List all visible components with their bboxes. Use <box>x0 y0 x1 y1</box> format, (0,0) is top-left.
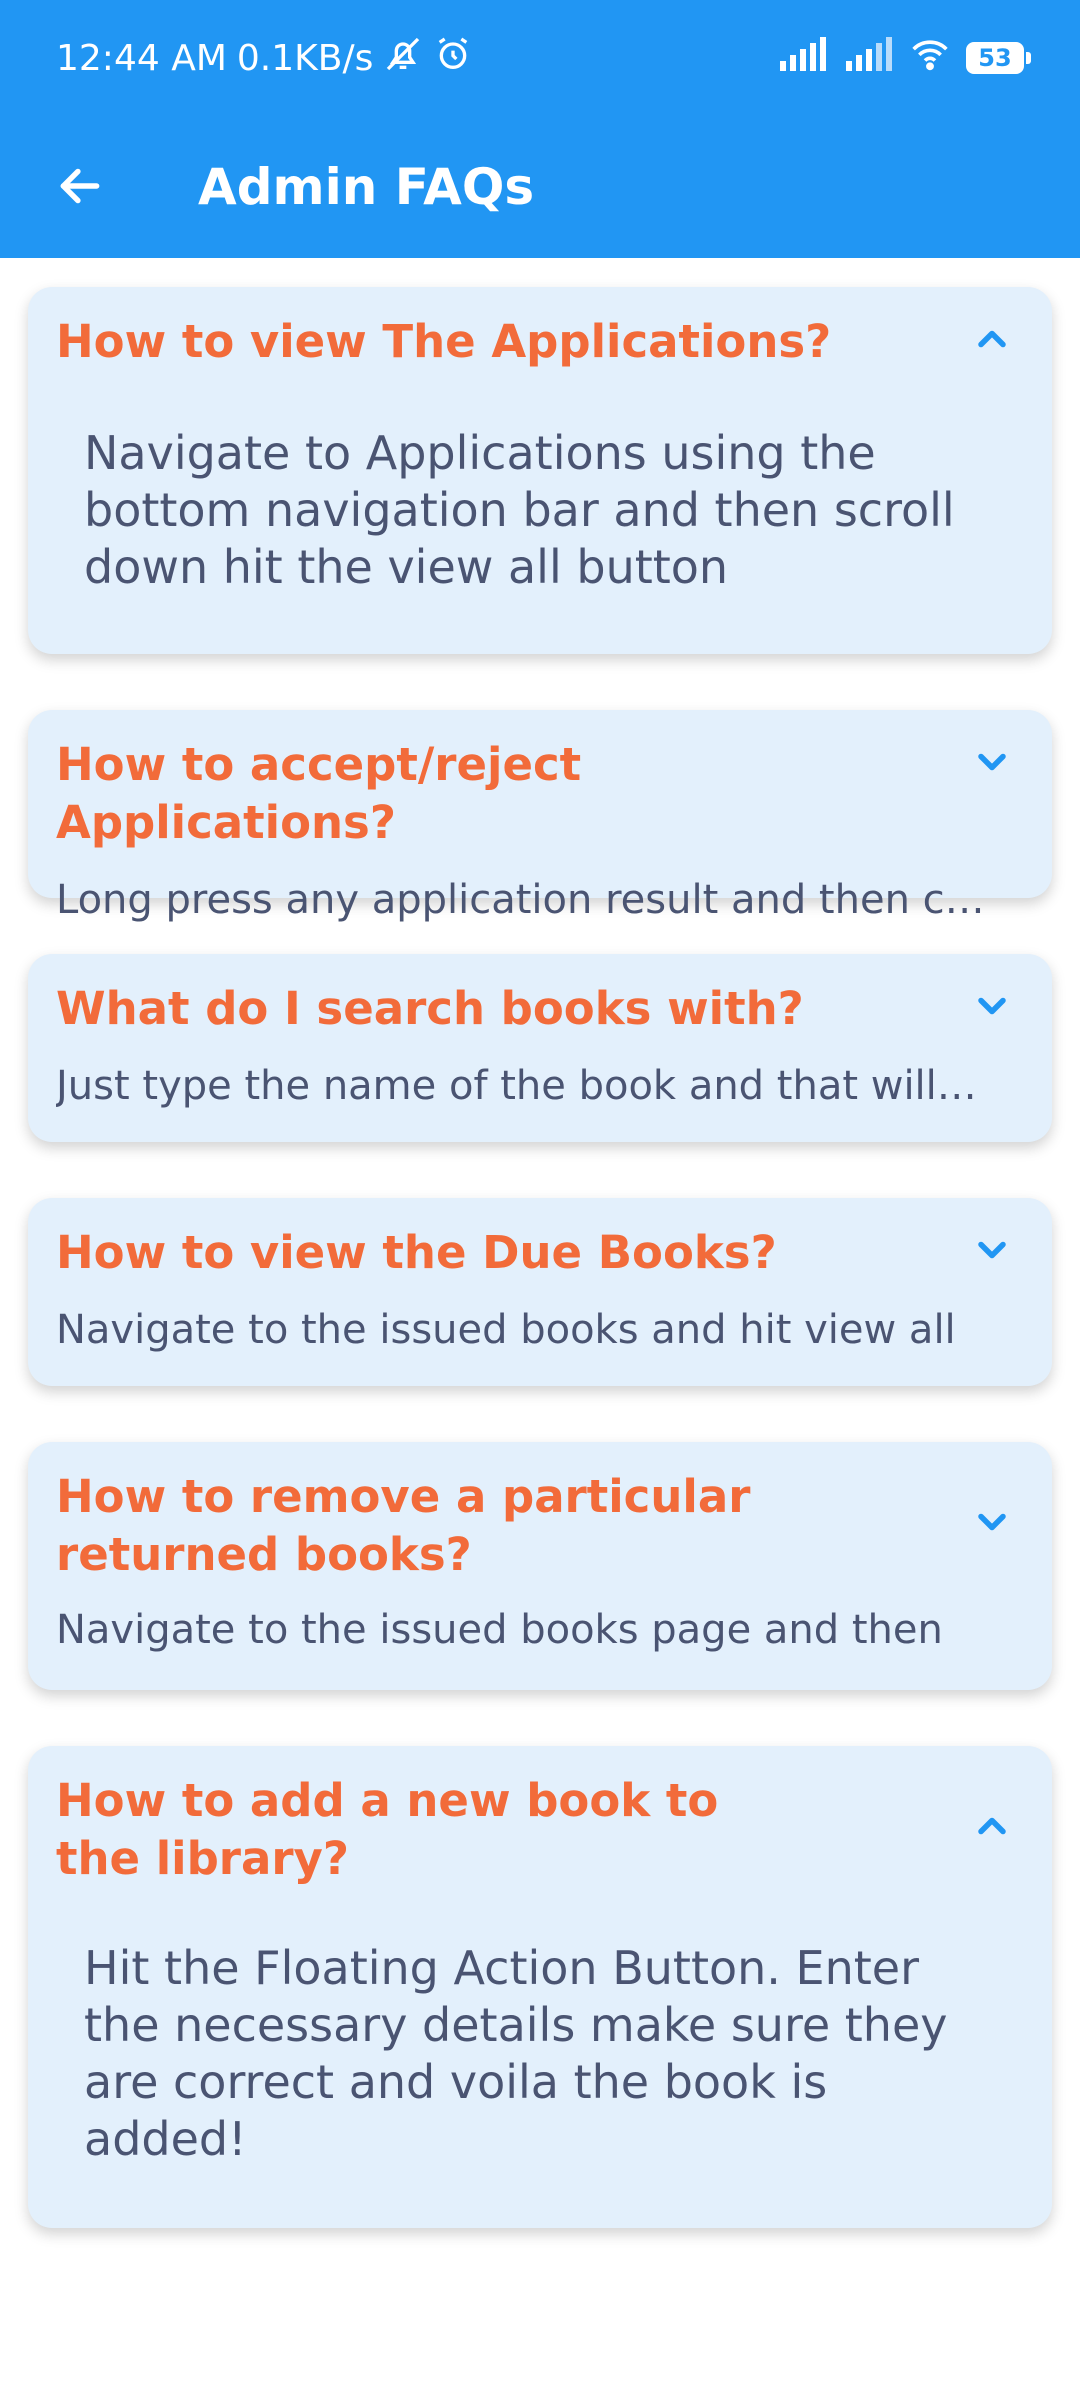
faq-answer-preview: Navigate to the issued books and hit vie… <box>56 1307 956 1353</box>
faq-question: How to view the Due Books? <box>56 1226 777 1279</box>
faq-card-3[interactable]: What do I search books with? Just type t… <box>28 954 1052 1142</box>
page-title: Admin FAQs <box>198 158 535 216</box>
faq-question: What do I search books with? <box>56 982 804 1035</box>
mute-bell-icon <box>383 34 423 83</box>
toolbar: Admin FAQs <box>0 116 1080 258</box>
battery-indicator: 53 <box>966 42 1031 74</box>
faq-question: How to view The Applications? <box>56 315 832 368</box>
faq-answer-preview: Just type the name of the book and that … <box>56 1063 986 1109</box>
arrow-back-icon <box>60 168 100 204</box>
faq-answer: Navigate to Applications using the botto… <box>84 426 955 594</box>
faq-answer: Hit the Floating Action Button. Enter th… <box>84 1941 948 2166</box>
status-bar: 12:44 AM 0.1KB/s 53 <box>0 0 1080 116</box>
faq-card-5[interactable]: How to remove a particular returned book… <box>28 1442 1052 1690</box>
faq-question: How to accept/reject Applications? <box>56 738 582 849</box>
chevron-down-icon[interactable] <box>970 740 1014 784</box>
faq-card-6[interactable]: How to add a new book to the library? Hi… <box>28 1746 1052 2228</box>
faq-card-1[interactable]: How to view The Applications? Navigate t… <box>28 287 1052 654</box>
app-bar: 12:44 AM 0.1KB/s 53 Admin FAQs <box>0 0 1080 258</box>
signal-icon-2 <box>844 36 894 80</box>
chevron-up-icon[interactable] <box>970 1804 1014 1848</box>
wifi-icon <box>910 36 950 81</box>
signal-icon <box>778 36 828 80</box>
faq-answer-preview: Navigate to the issued books page and th… <box>56 1607 943 1653</box>
faq-card-2[interactable]: How to accept/reject Applications? Long … <box>28 710 1052 923</box>
faq-question: How to add a new book to the library? <box>56 1774 719 1885</box>
status-time: 12:44 AM <box>56 37 227 79</box>
faq-answer-preview: Long press any application result and th… <box>56 877 996 923</box>
chevron-down-icon[interactable] <box>970 1228 1014 1272</box>
back-button[interactable] <box>50 156 110 216</box>
chevron-down-icon[interactable] <box>970 1500 1014 1544</box>
chevron-up-icon[interactable] <box>970 317 1014 361</box>
alarm-icon <box>433 34 473 83</box>
faq-card-4[interactable]: How to view the Due Books? Navigate to t… <box>28 1198 1052 1386</box>
chevron-down-icon[interactable] <box>970 984 1014 1028</box>
faq-question: How to remove a particular returned book… <box>56 1470 751 1581</box>
status-network-speed: 0.1KB/s <box>236 37 374 79</box>
